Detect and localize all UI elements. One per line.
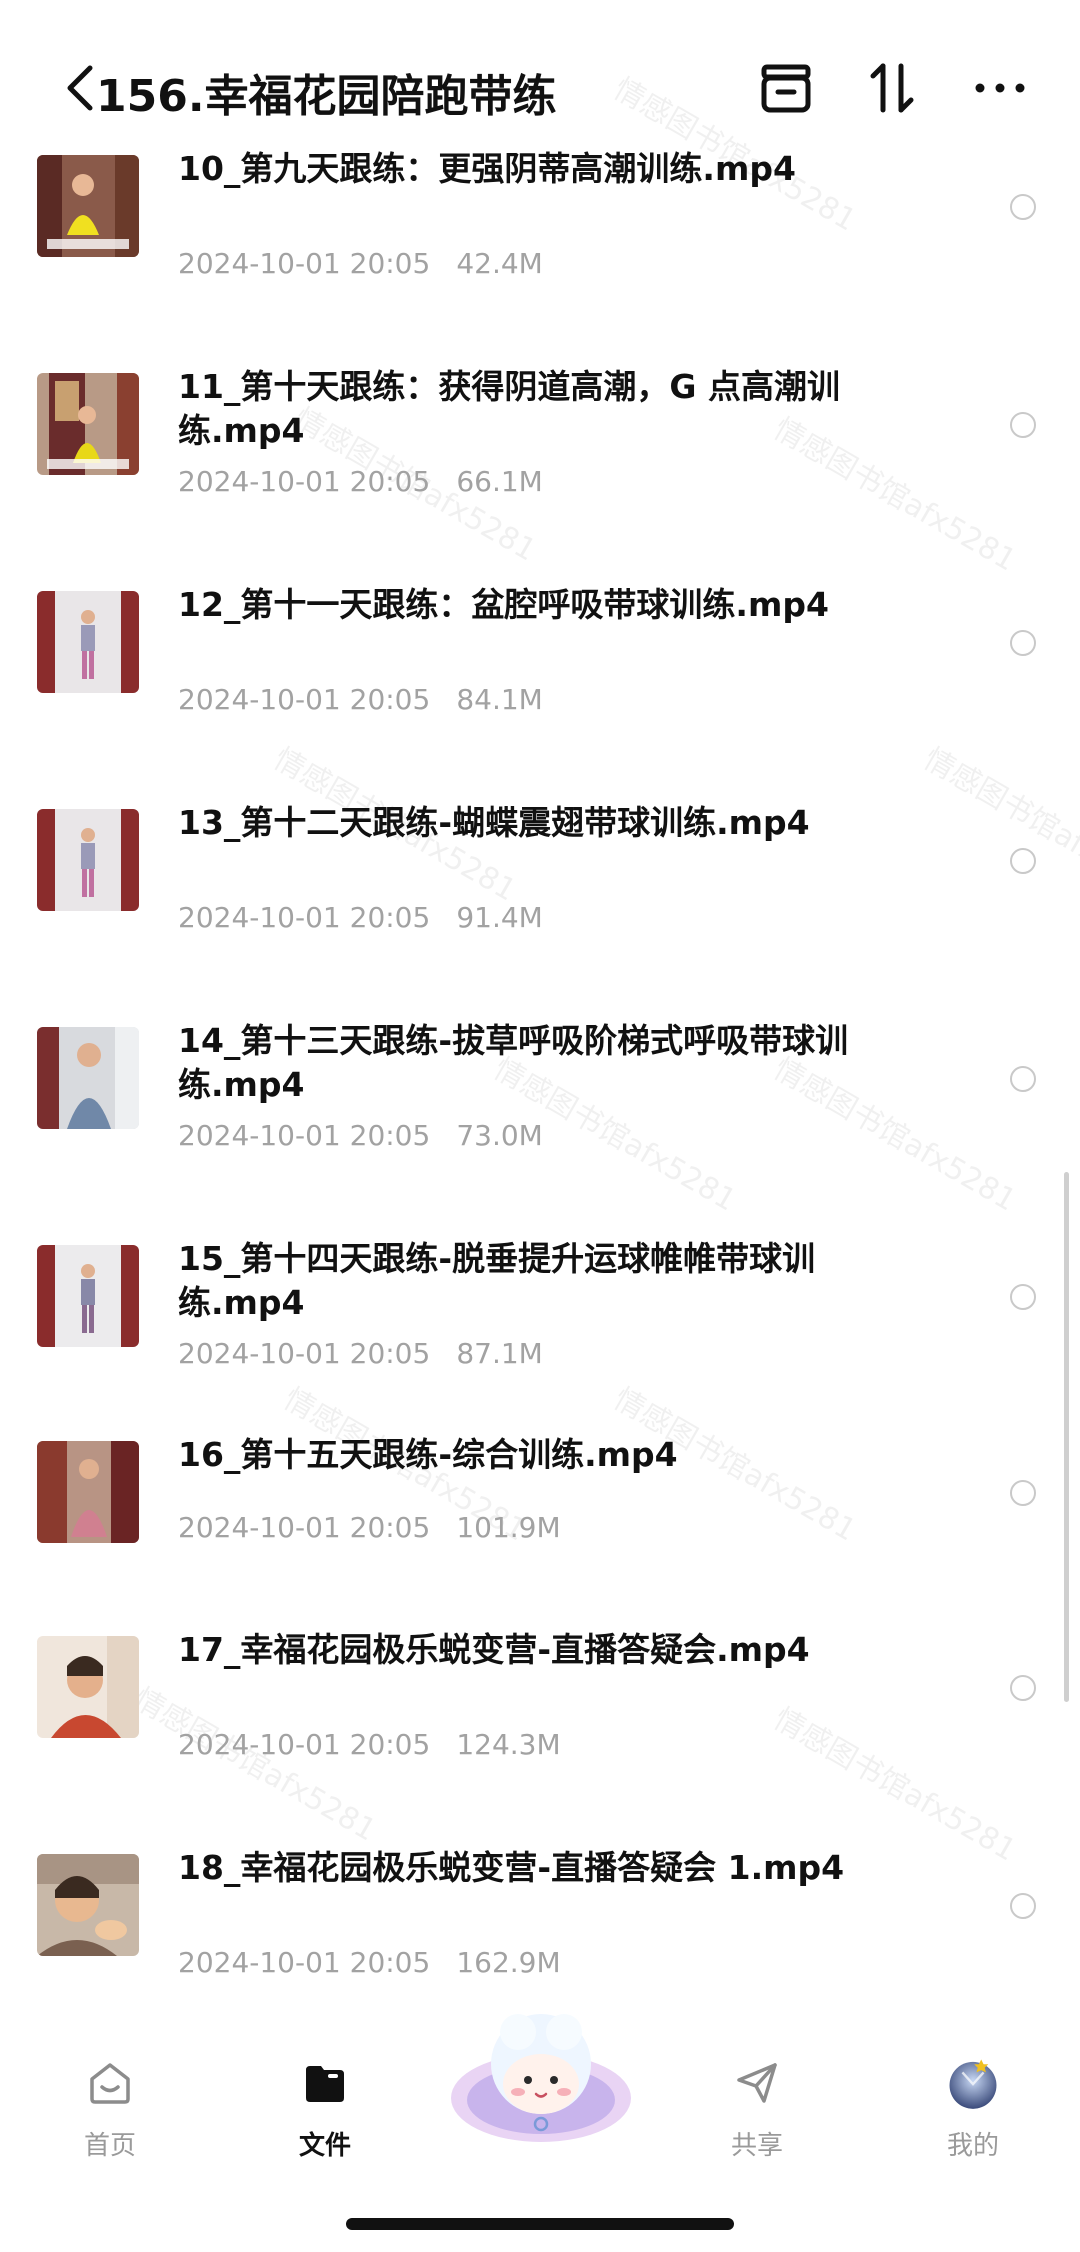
select-radio[interactable] xyxy=(1010,1675,1036,1701)
list-item[interactable]: 13_第十二天跟练-蝴蝶震翅带球训练.mp4 2024-10-01 20:05 9… xyxy=(0,803,1080,1019)
select-radio[interactable] xyxy=(1010,194,1036,220)
tab-mine[interactable]: 我的 xyxy=(913,2050,1033,2161)
file-meta: 2024-10-01 20:05 66.1M xyxy=(178,465,569,498)
file-name: 10_第九天跟练：更强阴蒂高潮训练.mp4 xyxy=(178,149,796,188)
file-name: 17_幸福花园极乐蜕变营-直播答疑会.mp4 xyxy=(178,1630,810,1669)
header: 156.幸福花园陪跑带练 xyxy=(0,0,1080,170)
video-thumbnail xyxy=(37,1027,139,1129)
video-thumbnail xyxy=(37,591,139,693)
file-date: 2024-10-01 20:05 xyxy=(178,901,431,934)
select-radio[interactable] xyxy=(1010,412,1036,438)
file-date: 2024-10-01 20:05 xyxy=(178,465,431,498)
list-item[interactable]: 12_第十一天跟练：盆腔呼吸带球训练.mp4 2024-10-01 20:05 8… xyxy=(0,585,1080,801)
tab-home[interactable]: 首页 xyxy=(50,2050,170,2161)
home-icon xyxy=(90,2063,130,2104)
tab-label: 文件 xyxy=(298,2131,351,2161)
file-meta: 2024-10-01 20:05 162.9M xyxy=(178,1946,587,1979)
file-size: 162.9M xyxy=(456,1946,561,1979)
page-title: 156.幸福花园陪跑带练 xyxy=(96,71,557,122)
file-date: 2024-10-01 20:05 xyxy=(178,1337,431,1370)
file-date: 2024-10-01 20:05 xyxy=(178,1511,431,1544)
tab-files[interactable]: 文件 xyxy=(265,2050,385,2161)
list-item[interactable]: 14_第十三天跟练-拔草呼吸阶梯式呼吸带球训练.mp4 2024-10-01 2… xyxy=(0,1021,1080,1237)
file-meta: 2024-10-01 20:05 91.4M xyxy=(178,901,569,934)
sort-icon[interactable] xyxy=(863,58,923,118)
bottom-tab-bar: 首页 文件 共享 我的 xyxy=(0,1995,1080,2252)
file-size: 73.0M xyxy=(456,1119,543,1152)
file-size: 124.3M xyxy=(456,1728,561,1761)
file-name: 11_第十天跟练：获得阴道高潮，G 点高潮训练.mp4 xyxy=(178,367,840,450)
list-item[interactable]: 16_第十五天跟练-综合训练.mp4 2024-10-01 20:05 101.9… xyxy=(0,1435,1080,1651)
video-thumbnail xyxy=(37,373,139,475)
file-name: 16_第十五天跟练-综合训练.mp4 xyxy=(178,1435,678,1474)
file-meta: 2024-10-01 20:05 73.0M xyxy=(178,1119,569,1152)
file-name: 13_第十二天跟练-蝴蝶震翅带球训练.mp4 xyxy=(178,803,810,842)
video-thumbnail xyxy=(37,1441,139,1543)
file-size: 87.1M xyxy=(456,1337,543,1370)
file-date: 2024-10-01 20:05 xyxy=(178,1728,431,1761)
list-item[interactable]: 11_第十天跟练：获得阴道高潮，G 点高潮训练.mp4 2024-10-01 2… xyxy=(0,367,1080,583)
file-meta: 2024-10-01 20:05 87.1M xyxy=(178,1337,569,1370)
archive-icon[interactable] xyxy=(756,58,816,118)
scrollbar[interactable] xyxy=(1064,1172,1069,1702)
video-thumbnail xyxy=(37,155,139,257)
folder-icon xyxy=(306,2066,344,2102)
select-radio[interactable] xyxy=(1010,630,1036,656)
tab-label: 我的 xyxy=(946,2131,999,2161)
video-thumbnail xyxy=(37,1245,139,1347)
select-radio[interactable] xyxy=(1010,1893,1036,1919)
select-radio[interactable] xyxy=(1010,1284,1036,1310)
avatar xyxy=(949,2059,997,2109)
file-size: 66.1M xyxy=(456,465,543,498)
file-meta: 2024-10-01 20:05 101.9M xyxy=(178,1511,587,1544)
file-name: 18_幸福花园极乐蜕变营-直播答疑会 1.mp4 xyxy=(178,1848,845,1887)
select-radio[interactable] xyxy=(1010,1066,1036,1092)
file-date: 2024-10-01 20:05 xyxy=(178,247,431,280)
select-radio[interactable] xyxy=(1010,848,1036,874)
chevron-left-icon[interactable] xyxy=(60,62,100,114)
file-size: 84.1M xyxy=(456,683,543,716)
select-radio[interactable] xyxy=(1010,1480,1036,1506)
list-item[interactable]: 15_第十四天跟练-脱垂提升运球帷帷带球训练.mp4 2024-10-01 20… xyxy=(0,1239,1080,1455)
video-thumbnail xyxy=(37,1636,139,1738)
file-date: 2024-10-01 20:05 xyxy=(178,1946,431,1979)
assistant-mascot-button[interactable] xyxy=(446,2000,636,2150)
tab-share[interactable]: 共享 xyxy=(697,2050,817,2161)
tab-label: 共享 xyxy=(730,2131,783,2161)
tab-label: 首页 xyxy=(83,2131,136,2161)
video-thumbnail xyxy=(37,1854,139,1956)
file-date: 2024-10-01 20:05 xyxy=(178,1119,431,1152)
file-name: 12_第十一天跟练：盆腔呼吸带球训练.mp4 xyxy=(178,585,829,624)
file-meta: 2024-10-01 20:05 84.1M xyxy=(178,683,569,716)
send-icon xyxy=(737,2063,777,2103)
file-size: 42.4M xyxy=(456,247,543,280)
list-item[interactable]: 17_幸福花园极乐蜕变营-直播答疑会.mp4 2024-10-01 20:05 1… xyxy=(0,1630,1080,1846)
home-indicator xyxy=(346,2218,734,2230)
video-thumbnail xyxy=(37,809,139,911)
file-date: 2024-10-01 20:05 xyxy=(178,683,431,716)
file-name: 14_第十三天跟练-拔草呼吸阶梯式呼吸带球训练.mp4 xyxy=(178,1021,849,1104)
list-item[interactable]: 10_第九天跟练：更强阴蒂高潮训练.mp4 2024-10-01 20:05 42… xyxy=(0,149,1080,365)
file-meta: 2024-10-01 20:05 42.4M xyxy=(178,247,569,280)
file-meta: 2024-10-01 20:05 124.3M xyxy=(178,1728,587,1761)
file-name: 15_第十四天跟练-脱垂提升运球帷帷带球训练.mp4 xyxy=(178,1239,816,1322)
more-icon[interactable] xyxy=(970,58,1030,118)
file-size: 91.4M xyxy=(456,901,543,934)
file-size: 101.9M xyxy=(456,1511,561,1544)
